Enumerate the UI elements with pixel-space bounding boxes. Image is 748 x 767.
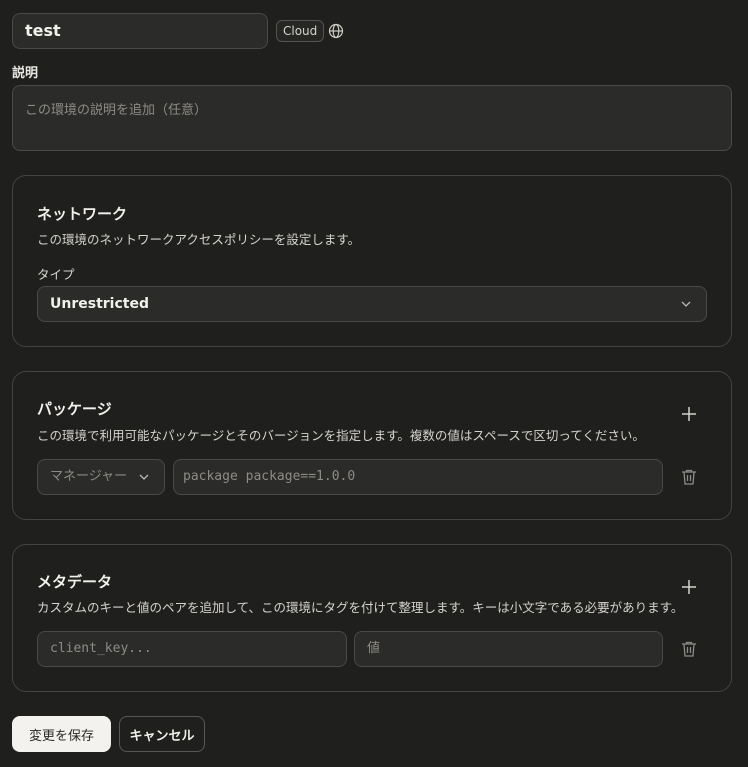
cloud-badge: Cloud xyxy=(276,20,325,42)
network-title: ネットワーク xyxy=(37,205,128,223)
save-button[interactable]: 変更を保存 xyxy=(12,716,111,752)
network-card: ネットワーク この環境のネットワークアクセスポリシーを設定します。 タイプ Un… xyxy=(12,175,732,347)
packages-title: パッケージ xyxy=(37,400,112,418)
packages-card: パッケージ この環境で利用可能なパッケージとそのバージョンを指定します。複数の値… xyxy=(12,371,732,520)
network-subtitle: この環境のネットワークアクセスポリシーを設定します。 xyxy=(37,232,361,247)
plus-icon[interactable] xyxy=(679,577,699,597)
metadata-value-input[interactable]: 値 xyxy=(354,631,663,667)
environment-edit-form: test Cloud 説明 この環境の説明を追加（任意） ネットワーク この環境… xyxy=(0,0,748,767)
cancel-button[interactable]: キャンセル xyxy=(119,716,205,752)
metadata-key-input[interactable]: client_key... xyxy=(37,631,347,667)
metadata-title: メタデータ xyxy=(37,573,113,591)
plus-icon[interactable] xyxy=(679,404,699,424)
network-type-value: Unrestricted xyxy=(50,296,149,312)
trash-icon[interactable] xyxy=(679,639,699,659)
globe-icon[interactable] xyxy=(328,23,344,39)
network-type-select[interactable]: Unrestricted xyxy=(37,286,707,322)
package-spec-input[interactable]: package package==1.0.0 xyxy=(173,459,663,495)
description-label: 説明 xyxy=(12,66,39,81)
package-manager-select[interactable]: マネージャー xyxy=(37,459,165,495)
environment-name-input[interactable]: test xyxy=(12,13,268,49)
metadata-subtitle: カスタムのキーと値のペアを追加して、この環境にタグを付けて整理します。キーは小文… xyxy=(37,600,684,615)
metadata-card: メタデータ カスタムのキーと値のペアを追加して、この環境にタグを付けて整理します… xyxy=(12,544,732,692)
chevron-down-icon xyxy=(139,474,149,480)
chevron-down-icon xyxy=(681,301,691,307)
network-type-label: タイプ xyxy=(37,267,75,282)
packages-subtitle: この環境で利用可能なパッケージとそのバージョンを指定します。複数の値はスペースで… xyxy=(37,428,645,443)
package-manager-placeholder: マネージャー xyxy=(50,469,128,484)
description-textarea[interactable]: この環境の説明を追加（任意） xyxy=(12,85,732,151)
trash-icon[interactable] xyxy=(679,467,699,487)
